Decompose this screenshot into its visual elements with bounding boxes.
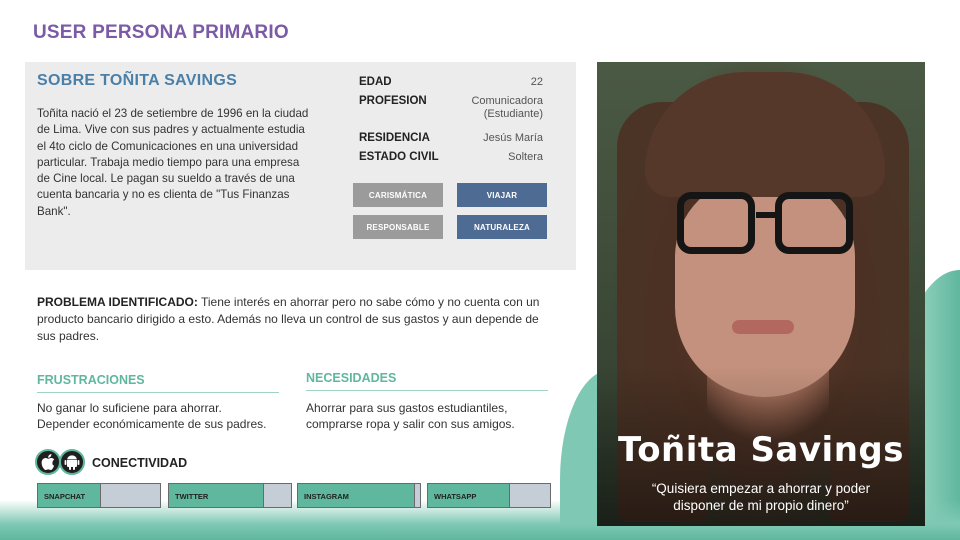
fact-profession-label: PROFESION	[359, 95, 427, 107]
fact-profession: PROFESION Comunicadora (Estudiante)	[359, 95, 549, 125]
glasses-lens-right	[775, 192, 853, 254]
android-icon	[59, 449, 85, 475]
page-title: USER PERSONA PRIMARIO	[33, 22, 289, 43]
fact-age-label: EDAD	[359, 76, 392, 88]
glasses-bridge	[756, 212, 776, 218]
social-bar-whatsapp: WHATSAPP	[427, 483, 551, 508]
persona-name: Toñita Savings	[618, 430, 904, 470]
social-bar-instagram: INSTAGRAM	[297, 483, 421, 508]
persona-lips	[732, 320, 794, 334]
social-bar-label: WHATSAPP	[434, 492, 477, 501]
fact-residence-value: Jesús María	[483, 132, 543, 144]
need-item: comprarse ropa y salir con sus amigos.	[306, 417, 515, 431]
needs-text: Ahorrar para sus gastos estudiantiles, c…	[306, 400, 556, 432]
fact-residence-label: RESIDENCIA	[359, 132, 430, 144]
problem-label: PROBLEMA IDENTIFICADO:	[37, 295, 198, 309]
persona-quote-line: disponer de mi propio dinero”	[673, 498, 849, 513]
about-heading: SOBRE TOÑITA SAVINGS	[37, 72, 238, 89]
connectivity-label: CONECTIVIDAD	[92, 456, 188, 470]
apple-icon	[35, 449, 61, 475]
social-bar-label: SNAPCHAT	[44, 492, 86, 501]
social-bar-label: TWITTER	[175, 492, 209, 501]
social-bar-label: INSTAGRAM	[304, 492, 349, 501]
trait-badge-nature: NATURALEZA	[457, 215, 547, 239]
trait-badge-charismatic: CARISMÁTICA	[353, 183, 443, 207]
needs-heading: NECESIDADES	[306, 371, 548, 391]
trait-badge-responsible: RESPONSABLE	[353, 215, 443, 239]
about-panel: SOBRE TOÑITA SAVINGS Toñita nació el 23 …	[25, 62, 576, 270]
persona-quote-line: “Quisiera empezar a ahorrar y poder	[651, 481, 871, 496]
problem-statement: PROBLEMA IDENTIFICADO: Tiene interés en …	[37, 294, 552, 345]
frustration-item: No ganar lo suficiene para ahorrar.	[37, 401, 222, 415]
fact-profession-value-sub: (Estudiante)	[483, 108, 543, 120]
social-bar-snapchat: SNAPCHAT	[37, 483, 161, 508]
fact-civil-status-label: ESTADO CIVIL	[359, 151, 439, 163]
persona-quote: “Quisiera empezar a ahorrar y poder disp…	[621, 480, 901, 514]
social-bar-twitter: TWITTER	[168, 483, 292, 508]
frustrations-heading: FRUSTRACIONES	[37, 373, 279, 393]
need-item: Ahorrar para sus gastos estudiantiles,	[306, 401, 508, 415]
trait-badge-travel: VIAJAR	[457, 183, 547, 207]
persona-bangs	[645, 72, 885, 197]
fact-age-value: 22	[530, 76, 543, 88]
fact-profession-value: Comunicadora (Estudiante)	[471, 95, 543, 121]
fact-civil-status-value: Soltera	[508, 151, 543, 163]
frustration-item: Depender económicamente de sus padres.	[37, 417, 267, 431]
fact-profession-value-main: Comunicadora	[471, 95, 543, 107]
persona-photo-card: Toñita Savings “Quisiera empezar a ahorr…	[597, 62, 925, 526]
glasses-lens-left	[677, 192, 755, 254]
frustrations-text: No ganar lo suficiene para ahorrar. Depe…	[37, 400, 297, 432]
about-bio: Toñita nació el 23 de setiembre de 1996 …	[37, 107, 309, 218]
